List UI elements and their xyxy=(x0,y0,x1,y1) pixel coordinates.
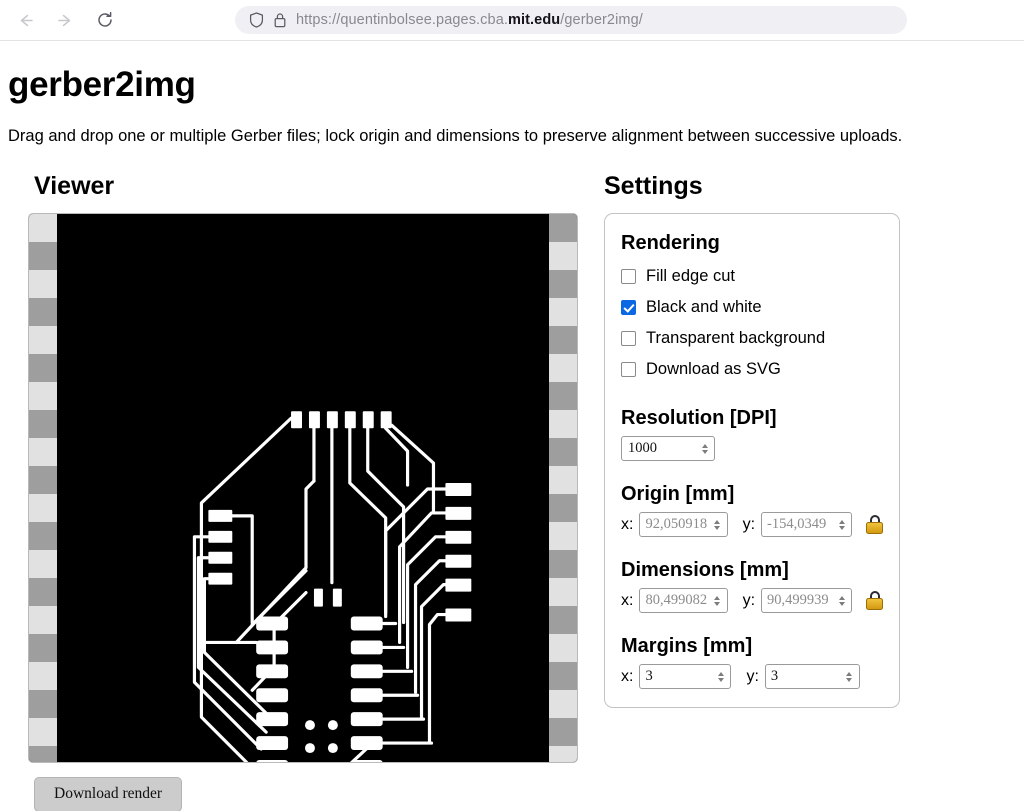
dimensions-lock-icon[interactable] xyxy=(866,591,883,610)
margins-y-stepper[interactable] xyxy=(842,671,857,682)
origin-x-stepper[interactable] xyxy=(710,519,725,530)
resolution-value: 1000 xyxy=(628,440,657,456)
margins-row: x: 3 y: 3 xyxy=(621,664,883,689)
black-and-white-label: Black and white xyxy=(646,298,762,316)
resolution-stepper[interactable] xyxy=(697,443,712,454)
origin-y-input[interactable]: -154,0349 xyxy=(761,512,852,537)
rendering-heading: Rendering xyxy=(621,232,720,254)
option-black-and-white[interactable]: Black and white xyxy=(621,292,883,323)
padlock-icon xyxy=(274,13,286,28)
origin-heading: Origin [mm] xyxy=(621,483,735,505)
dimensions-x-input[interactable]: 80,499082 xyxy=(639,588,728,613)
resolution-input[interactable]: 1000 xyxy=(621,436,715,461)
dimensions-x-label: x: xyxy=(621,591,634,609)
settings-column: Settings Rendering Fill edge cut Black a… xyxy=(604,172,900,708)
origin-y-value: -154,0349 xyxy=(767,516,827,532)
transparent-background-label: Transparent background xyxy=(646,329,826,347)
option-fill-edge-cut[interactable]: Fill edge cut xyxy=(621,261,883,292)
origin-lock-icon[interactable] xyxy=(866,515,883,534)
margins-y-label: y: xyxy=(746,667,759,685)
dimensions-y-label: y: xyxy=(742,591,756,609)
page-title: gerber2img xyxy=(8,65,196,104)
dimensions-y-input[interactable]: 90,499939 xyxy=(761,588,852,613)
settings-heading: Settings xyxy=(604,172,703,200)
margins-y-input[interactable]: 3 xyxy=(764,664,860,689)
shield-icon xyxy=(249,12,264,28)
reload-button[interactable] xyxy=(90,5,120,35)
forward-arrow-icon xyxy=(57,14,70,26)
margins-x-value: 3 xyxy=(645,668,653,684)
checkerboard-right xyxy=(549,214,577,762)
dimensions-y-value: 90,499939 xyxy=(767,592,829,608)
fill-edge-cut-label: Fill edge cut xyxy=(646,267,735,285)
download-as-svg-checkbox[interactable] xyxy=(621,362,636,377)
page-content: gerber2img Drag and drop one or multiple… xyxy=(0,41,1024,811)
dimensions-heading: Dimensions [mm] xyxy=(621,559,789,581)
address-bar-url: https://quentinbolsee.pages.cba.mit.edu/… xyxy=(296,12,643,28)
main-columns: Viewer Download render Settings Renderin… xyxy=(8,172,1000,811)
reload-icon xyxy=(98,11,112,27)
margins-x-label: x: xyxy=(621,667,634,685)
checkerboard-left xyxy=(29,214,57,762)
origin-x-input[interactable]: 92,050918 xyxy=(639,512,728,537)
fill-edge-cut-checkbox[interactable] xyxy=(621,269,636,284)
dimensions-row: x: 80,499082 y: 90,499939 xyxy=(621,588,883,613)
settings-panel: Rendering Fill edge cut Black and white … xyxy=(604,213,900,708)
viewer-heading: Viewer xyxy=(34,172,115,200)
address-bar[interactable]: https://quentinbolsee.pages.cba.mit.edu/… xyxy=(235,6,907,34)
transparent-background-checkbox[interactable] xyxy=(621,331,636,346)
origin-row: x: 92,050918 y: -154,0349 xyxy=(621,512,883,537)
margins-x-stepper[interactable] xyxy=(713,671,728,682)
forward-button[interactable] xyxy=(50,5,80,35)
dimensions-y-stepper[interactable] xyxy=(834,595,849,606)
dimensions-x-value: 80,499082 xyxy=(645,592,708,608)
resolution-heading: Resolution [DPI] xyxy=(621,407,777,429)
pcb-render xyxy=(57,214,549,762)
pcb-traces-svg xyxy=(192,411,472,762)
option-download-as-svg[interactable]: Download as SVG xyxy=(621,354,883,385)
origin-y-stepper[interactable] xyxy=(834,519,849,530)
dimensions-x-stepper[interactable] xyxy=(710,595,725,606)
origin-x-label: x: xyxy=(621,515,634,533)
url-suffix: /gerber2img/ xyxy=(560,12,643,28)
origin-x-value: 92,050918 xyxy=(645,516,708,532)
option-transparent-background[interactable]: Transparent background xyxy=(621,323,883,354)
viewer-column: Viewer Download render xyxy=(28,172,604,811)
margins-x-input[interactable]: 3 xyxy=(639,664,732,689)
origin-y-label: y: xyxy=(742,515,756,533)
margins-y-value: 3 xyxy=(770,668,779,684)
download-render-button[interactable]: Download render xyxy=(34,777,183,811)
back-button[interactable] xyxy=(10,5,40,35)
margins-heading: Margins [mm] xyxy=(621,635,753,657)
url-prefix: https://quentinbolsee.pages.cba. xyxy=(296,12,508,28)
page-subtitle: Drag and drop one or multiple Gerber fil… xyxy=(8,127,903,145)
resolution-row: 1000 xyxy=(621,436,883,461)
download-as-svg-label: Download as SVG xyxy=(646,360,781,378)
back-arrow-icon xyxy=(20,14,33,26)
url-domain: mit.edu xyxy=(508,12,561,28)
black-and-white-checkbox[interactable] xyxy=(621,300,636,315)
address-bar-container: https://quentinbolsee.pages.cba.mit.edu/… xyxy=(120,6,1014,34)
browser-toolbar: https://quentinbolsee.pages.cba.mit.edu/… xyxy=(0,0,1024,41)
gerber-viewer-canvas[interactable] xyxy=(28,213,578,763)
